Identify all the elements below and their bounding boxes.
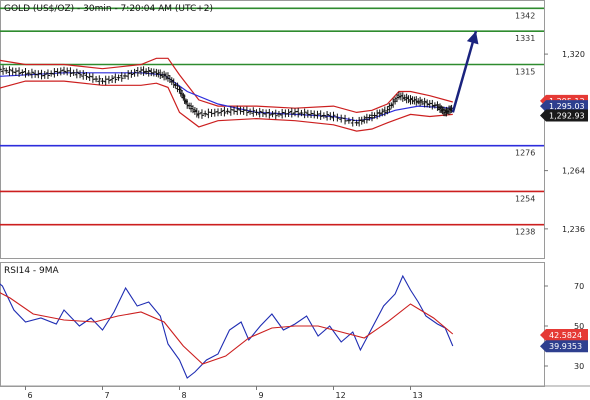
chart-stage: 134213311315127612541238 1,295.131,295.0…: [0, 0, 590, 400]
chart-title: GOLD (US$/OZ) - 30min - 7:20:04 AM (UTC+…: [4, 4, 213, 14]
main-plot-frame: [0, 0, 545, 259]
main-y-tick-label: 1,236: [562, 225, 585, 234]
gold-chart: 134213311315127612541238 1,295.131,295.0…: [0, 0, 590, 400]
main-y-tick-label: 1,320: [562, 50, 585, 59]
main-y-tick-label: 1,264: [562, 167, 585, 176]
rsi-y-tick-label: 50: [574, 322, 584, 331]
x-tick-label: 9: [259, 391, 264, 400]
x-tick-label: 8: [182, 391, 187, 400]
rsi-tag-label: 42.5824: [549, 331, 582, 340]
x-tick-label: 7: [105, 391, 110, 400]
level-label: 1254: [515, 194, 535, 203]
level-label: 1342: [515, 11, 535, 20]
level-label: 1238: [515, 228, 535, 237]
rsi-title: RSI14 - 9MA: [4, 266, 60, 276]
level-label: 1331: [515, 34, 535, 43]
x-tick-label: 12: [336, 391, 346, 400]
level-label: 1276: [515, 149, 535, 158]
rsi-y-tick-label: 30: [574, 362, 584, 371]
x-tick-label: 13: [413, 391, 423, 400]
x-tick-label: 6: [28, 391, 33, 400]
level-label: 1315: [515, 68, 535, 77]
rsi-y-tick-label: 70: [574, 282, 584, 291]
price-tag-label: 1,292.93: [549, 111, 585, 120]
rsi-tag-label: 39.9353: [549, 342, 582, 351]
